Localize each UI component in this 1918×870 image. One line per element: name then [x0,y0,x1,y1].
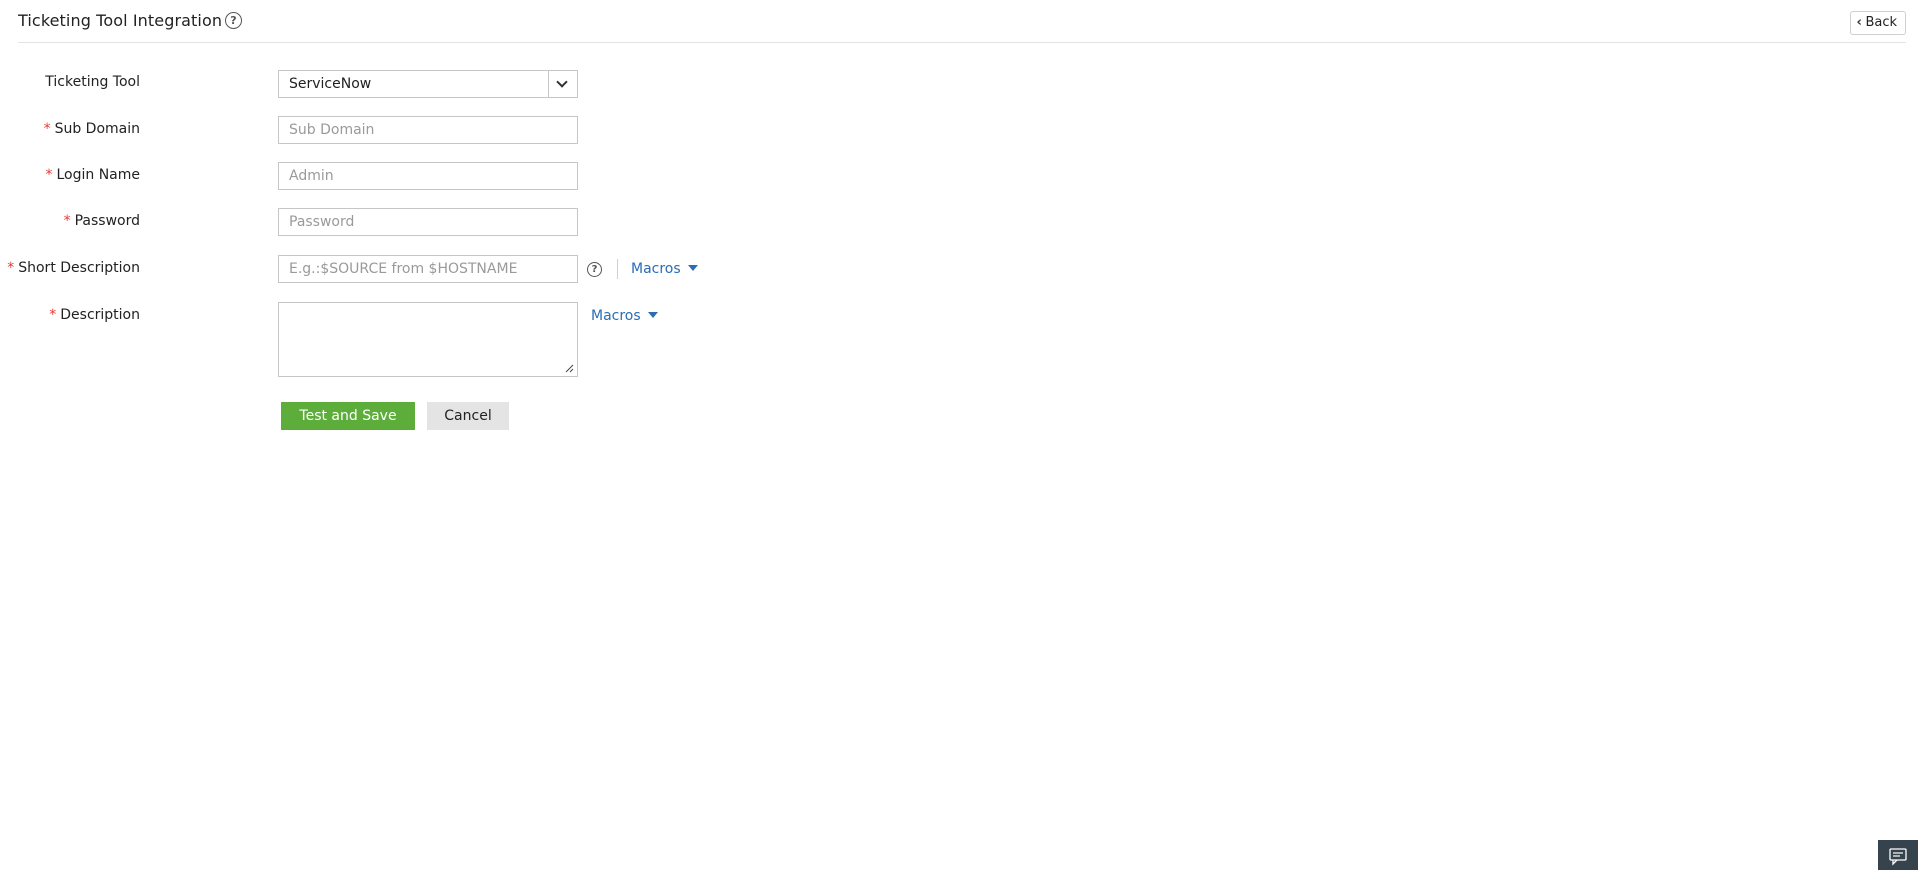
required-marker: * [63,213,71,229]
description-textarea[interactable] [278,302,578,377]
dropdown-toggle[interactable] [548,71,577,97]
page: Ticketing Tool Integration ? ‹ Back Tick… [0,0,1918,870]
back-button[interactable]: ‹ Back [1850,11,1906,35]
question-circle-icon[interactable]: ? [587,262,602,277]
short-description-input[interactable] [278,255,578,283]
test-and-save-button[interactable]: Test and Save [281,402,415,430]
macros-label: Macros [591,308,641,324]
chevron-left-icon: ‹ [1856,15,1862,30]
required-marker: * [49,307,57,323]
macros-dropdown[interactable]: Macros [631,261,698,277]
ticketing-tool-value: ServiceNow [289,76,372,92]
cancel-button[interactable]: Cancel [427,402,509,430]
chat-bubble-icon [1889,848,1907,866]
sub-domain-input[interactable] [278,116,578,144]
macros-label: Macros [631,261,681,277]
password-label: * Password [63,213,140,229]
description-label: * Description [49,307,140,323]
caret-down-icon [687,265,698,271]
back-button-label: Back [1865,15,1897,30]
caret-down-icon [647,312,658,318]
divider [617,259,618,279]
page-header: Ticketing Tool Integration ? ‹ Back [18,0,1906,43]
chevron-down-icon [556,76,568,88]
chat-widget[interactable] [1878,840,1918,870]
page-title: Ticketing Tool Integration [18,11,223,30]
ticketing-tool-select[interactable]: ServiceNow [278,70,578,98]
password-input[interactable] [278,208,578,236]
short-description-label: * Short Description [7,260,140,276]
sub-domain-label: * Sub Domain [43,121,140,137]
question-circle-icon[interactable]: ? [225,12,242,29]
login-name-label: * Login Name [45,167,140,183]
required-marker: * [45,167,53,183]
ticketing-tool-label: Ticketing Tool [45,74,140,90]
login-name-input[interactable] [278,162,578,190]
required-marker: * [43,121,51,137]
macros-dropdown[interactable]: Macros [591,308,658,324]
resize-grip-icon[interactable] [565,364,574,373]
required-marker: * [7,260,15,276]
